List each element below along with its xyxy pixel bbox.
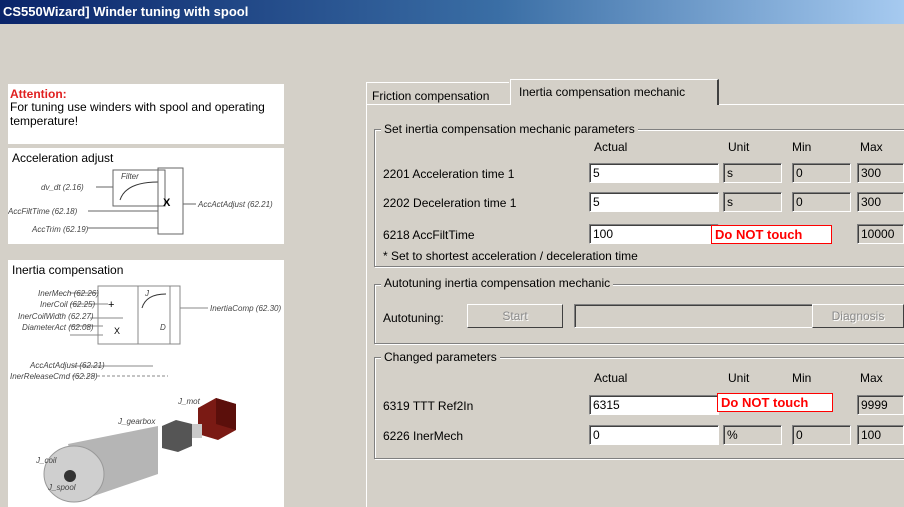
param-label: 2201 Acceleration time 1 (383, 167, 515, 181)
inermech-input[interactable]: 0 (589, 425, 719, 445)
attention-title: Attention: (10, 87, 67, 101)
inercoilwidth-label: InerCoilWidth (62.27) (18, 312, 94, 321)
accactadjust-label: AccActAdjust (62.21) (29, 361, 105, 370)
deceleration-time-input[interactable]: 5 (589, 192, 719, 212)
do-not-touch-warning: Do NOT touch (711, 225, 832, 244)
accfilttime-label: AccFiltTime (62.18) (8, 207, 78, 216)
inerreleasecmd-label: InerReleaseCmd (62.28) (10, 372, 98, 381)
unit-field: % (723, 425, 782, 445)
param-label: 2202 Deceleration time 1 (383, 196, 517, 210)
min-field: 0 (792, 192, 851, 212)
inertia-compensation-title: Inertia compensation (12, 263, 124, 277)
autotuning-status-field (574, 304, 814, 328)
inertia-diagram: + X J D InerMech (62.26) InerCoil (62.25… (10, 285, 281, 503)
window-title: CS550Wizard] Winder tuning with spool (0, 0, 904, 24)
j-marker: J (144, 289, 150, 298)
diagnosis-button[interactable]: Diagnosis (812, 304, 904, 328)
unit-field: s (723, 192, 782, 212)
max-field: 300 (857, 192, 904, 212)
inercoil-label: InerCoil (62.25) (40, 300, 95, 309)
multiplier-label: X (163, 197, 171, 209)
header-unit: Unit (728, 371, 750, 385)
diameteract-label: DiameterAct (62.08) (22, 323, 94, 332)
header-max: Max (860, 371, 883, 385)
filter-label: Filter (121, 172, 139, 181)
ttt-ref2in-input[interactable]: 6315 (589, 395, 719, 415)
acceleration-adjust-title: Acceleration adjust (12, 151, 114, 165)
accfilttime-input[interactable]: 100 (589, 224, 719, 244)
acceleration-diagram: Filter X dv_dt (2.16) AccFiltTime (62.18… (8, 167, 273, 235)
param-label: 6319 TTT Ref2In (383, 399, 474, 413)
j-coil-label: J_coil (35, 456, 57, 465)
inertiacomp-label: InertiaComp (62.30) (210, 304, 281, 313)
header-actual: Actual (594, 140, 628, 154)
acctrim-label: AccTrim (62.19) (31, 225, 89, 234)
tab-inertia-compensation-mechanic[interactable]: Inertia compensation mechanic (510, 79, 719, 105)
autotuning-label: Autotuning: (383, 311, 444, 325)
attention-text: For tuning use winders with spool and op… (10, 100, 265, 128)
d-marker: D (160, 323, 166, 332)
min-field: 0 (792, 163, 851, 183)
set-parameters-title: Set inertia compensation mechanic parame… (381, 122, 638, 136)
accactadjust-label: AccActAdjust (62.21) (197, 200, 273, 209)
param-label: 6226 InerMech (383, 429, 464, 443)
changed-parameters-title: Changed parameters (381, 350, 500, 364)
tab-friction-compensation[interactable]: Friction compensation (366, 82, 509, 104)
header-min: Min (792, 371, 812, 385)
autotuning-title: Autotuning inertia compensation mechanic (381, 276, 614, 290)
min-field: 0 (792, 425, 851, 445)
note-text: * Set to shortest acceleration / deceler… (383, 249, 638, 263)
header-min: Min (792, 140, 812, 154)
start-button[interactable]: Start (467, 304, 563, 328)
max-field: 10000 (857, 224, 904, 244)
max-field: 300 (857, 163, 904, 183)
j-gearbox-label: J_gearbox (117, 417, 156, 426)
multiply-sign: X (114, 326, 120, 336)
max-field: 9999 (857, 395, 904, 415)
do-not-touch-warning: Do NOT touch (717, 393, 833, 412)
header-actual: Actual (594, 371, 628, 385)
header-max: Max (860, 140, 883, 154)
j-mot-label: J_mot (177, 397, 201, 406)
unit-field: s (723, 163, 782, 183)
param-label: 6218 AccFiltTime (383, 228, 475, 242)
sum-sign: + (108, 299, 114, 311)
dv-dt-label: dv_dt (2.16) (41, 183, 84, 192)
header-unit: Unit (728, 140, 750, 154)
acceleration-time-input[interactable]: 5 (589, 163, 719, 183)
inermech-label: InerMech (62.26) (38, 289, 99, 298)
j-spool-label: J_spool (47, 483, 76, 492)
max-field: 100 (857, 425, 904, 445)
